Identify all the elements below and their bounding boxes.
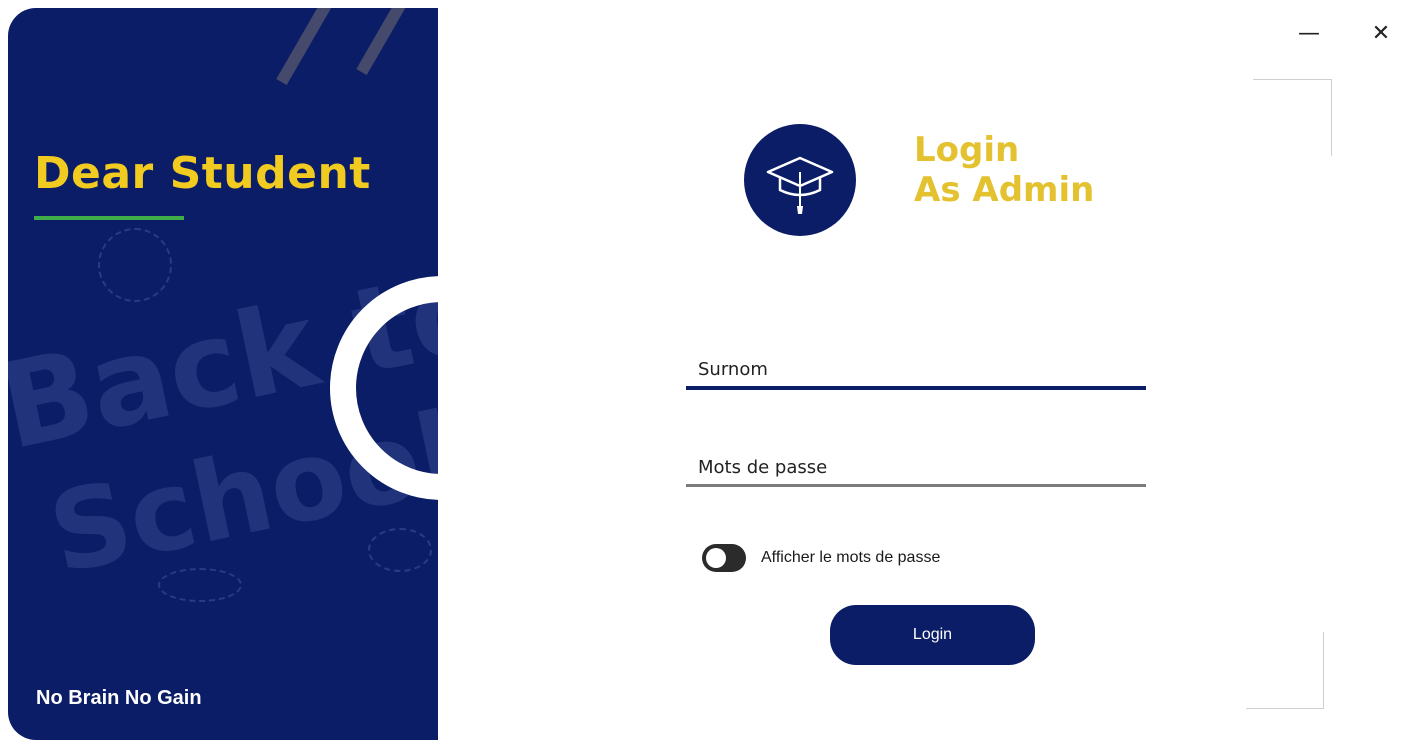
password-underline xyxy=(686,484,1146,487)
show-password-row: Afficher le mots de passe xyxy=(702,544,940,572)
password-input[interactable] xyxy=(686,450,1146,484)
toggle-knob xyxy=(706,548,726,568)
cloud-doodle xyxy=(158,568,242,602)
show-password-label: Afficher le mots de passe xyxy=(761,549,941,566)
username-field-group xyxy=(686,352,1146,390)
minimize-button[interactable]: — xyxy=(1289,14,1329,54)
cloud-doodle xyxy=(368,528,432,572)
login-button[interactable]: Login xyxy=(830,605,1035,665)
banner-motto: No Brain No Gain xyxy=(36,687,202,709)
title-line-2: As Admin xyxy=(914,170,1095,210)
logo-badge xyxy=(744,124,856,236)
username-input[interactable] xyxy=(686,352,1146,386)
pencil-doodle xyxy=(276,8,332,85)
username-underline xyxy=(686,386,1146,390)
corner-bracket-bottom-right xyxy=(1246,632,1324,709)
graduation-cap-icon xyxy=(766,156,834,214)
show-password-toggle[interactable] xyxy=(702,544,746,572)
sun-doodle xyxy=(98,228,172,302)
pencil-doodle xyxy=(356,8,412,75)
close-button[interactable]: ✕ xyxy=(1361,14,1401,54)
login-window: Back to School Dear Student No Brain No … xyxy=(0,0,1401,740)
left-banner-panel: Back to School Dear Student No Brain No … xyxy=(8,8,438,740)
title-line-1: Login xyxy=(914,130,1020,170)
corner-bracket-top-right xyxy=(1253,79,1332,156)
title-underline xyxy=(34,216,184,220)
password-field-group xyxy=(686,450,1146,487)
page-title: Login As Admin xyxy=(914,130,1094,210)
banner-title: Dear Student xyxy=(34,148,371,199)
